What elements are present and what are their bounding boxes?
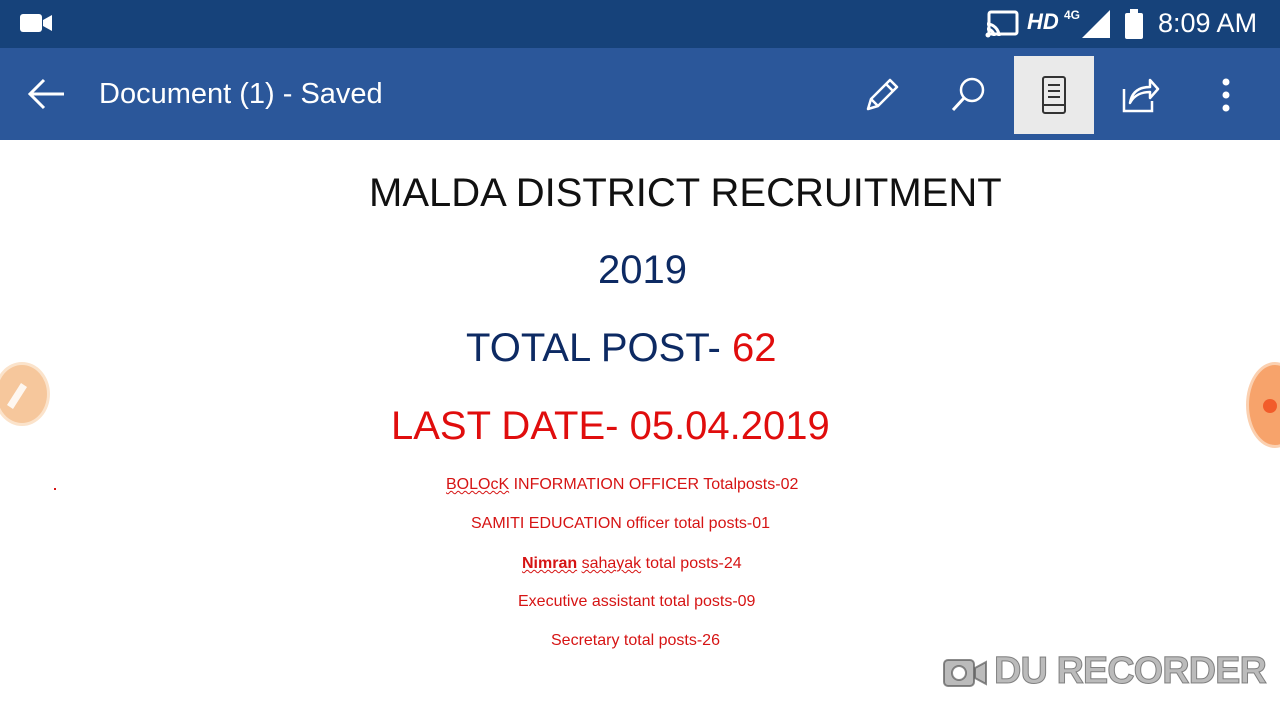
edit-button[interactable] — [842, 56, 922, 134]
more-vert-icon — [1222, 78, 1230, 112]
video-camera-icon — [20, 14, 52, 32]
recorder-watermark: DU RECORDER — [942, 650, 1268, 693]
post-line-samiti: SAMITI EDUCATION officer total posts-01 — [471, 515, 771, 532]
stray-dot — [54, 488, 56, 490]
back-arrow-icon[interactable] — [26, 76, 66, 112]
document-heading: MALDA DISTRICT RECRUITMENT — [369, 171, 1002, 215]
total-post-value: 62 — [731, 326, 777, 370]
misspelled-word: Nimran — [522, 555, 578, 572]
post-line-secretary: Secretary total posts-26 — [551, 632, 720, 649]
signal-icon — [1082, 10, 1110, 38]
battery-icon — [1125, 9, 1143, 39]
video-camera-icon — [943, 658, 987, 687]
document-title: Document (1) - Saved — [99, 78, 383, 110]
search-button[interactable] — [928, 56, 1008, 134]
hd-indicator: HD — [1027, 9, 1059, 34]
post-line-executive: Executive assistant total posts-09 — [518, 593, 756, 610]
last-date-line: LAST DATE- 05.04.2019 — [391, 404, 830, 448]
brush-icon — [7, 383, 27, 409]
app-bar: Document (1) - Saved — [0, 48, 1280, 140]
status-bar: HD 4G 8:09 AM — [0, 0, 1280, 48]
total-post-line: TOTAL POST- 62 — [466, 326, 776, 371]
clock: 8:09 AM — [1158, 8, 1258, 38]
pencil-icon — [866, 78, 899, 111]
misspelled-word: sahayak — [581, 555, 642, 572]
misspelled-word: BOLOcK — [446, 476, 510, 493]
post-line-nimran: Nimran sahayak total posts-24 — [522, 555, 742, 573]
post-line-text: INFORMATION OFFICER Totalposts-02 — [509, 476, 799, 493]
mobile-view-icon — [1042, 76, 1066, 114]
document-year: 2019 — [598, 248, 687, 292]
record-dot-icon — [1263, 399, 1277, 413]
more-options-button[interactable] — [1186, 56, 1266, 134]
total-post-label: TOTAL POST- — [466, 326, 732, 370]
mobile-view-button[interactable] — [1014, 56, 1094, 134]
cast-icon — [985, 10, 1019, 38]
document-canvas[interactable]: MALDA DISTRICT RECRUITMENT 2019 TOTAL PO… — [0, 140, 1280, 720]
search-icon — [951, 77, 985, 112]
share-button[interactable] — [1100, 56, 1180, 134]
post-line-bolock: BOLOcK INFORMATION OFFICER Totalposts-02 — [446, 476, 798, 494]
share-icon — [1122, 78, 1160, 113]
watermark-text: DU RECORDER — [994, 650, 1268, 693]
post-line-text: total posts-24 — [641, 555, 742, 572]
network-type: 4G — [1064, 8, 1081, 22]
